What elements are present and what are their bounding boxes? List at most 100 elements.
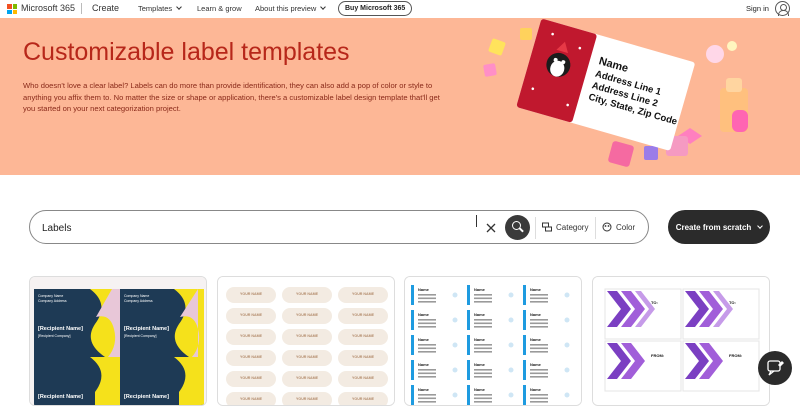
template-card-3[interactable]: Name Name Name Name Name Name Name Name Name Name… <box>404 276 582 406</box>
strip-label-name: Name <box>474 337 486 342</box>
strip-address-line <box>474 344 492 346</box>
strip-address-line <box>530 347 548 350</box>
nav-templates-label: Templates <box>138 4 173 13</box>
blue-strip <box>467 385 470 405</box>
strip-address-line <box>418 301 436 303</box>
strip-dot <box>508 342 514 348</box>
nav-templates[interactable]: Templates <box>138 4 183 13</box>
text-caret <box>476 215 477 227</box>
strip-address-line <box>530 351 548 353</box>
oval-label-name: YOUR NAME <box>296 313 319 317</box>
strip-label-name: Name <box>474 362 486 367</box>
oval-label-name: YOUR NAME <box>296 397 319 401</box>
search-bar: Category Color <box>29 210 649 244</box>
strip-address-line <box>474 301 492 303</box>
create-from-scratch-button[interactable]: Create from scratch <box>668 210 770 244</box>
strip-address-line <box>530 294 548 296</box>
brand-name[interactable]: Microsoft 365 <box>21 3 75 13</box>
blue-strip <box>523 310 526 330</box>
strip-address-line <box>530 397 548 400</box>
svg-text:[Recipient Name]: [Recipient Name] <box>38 394 83 400</box>
strip-address-line <box>530 297 548 300</box>
svg-text:Company Address: Company Address <box>124 299 153 303</box>
nav-learn-grow[interactable]: Learn & grow <box>197 4 242 13</box>
strip-address-line <box>530 301 548 303</box>
template-card-4[interactable]: TO: TO: FROM: FROM: <box>592 276 770 406</box>
user-avatar-icon[interactable] <box>775 1 790 16</box>
oval-label-name: YOUR NAME <box>352 397 375 401</box>
svg-text:[Recipient Company]: [Recipient Company] <box>124 334 157 338</box>
blue-strip <box>467 285 470 305</box>
microsoft-logo-icon[interactable] <box>7 4 17 14</box>
strip-address-line <box>474 369 492 371</box>
blue-strip <box>467 360 470 380</box>
search-input[interactable] <box>42 219 472 237</box>
strip-address-line <box>418 372 436 375</box>
sign-in-link[interactable]: Sign in <box>746 4 769 13</box>
strip-label-name: Name <box>418 287 430 292</box>
strip-address-line <box>530 394 548 396</box>
chevron-down-icon <box>320 4 327 10</box>
hero-banner: Customizable label templates Who doesn't… <box>0 18 800 175</box>
strip-address-line <box>418 347 436 350</box>
strip-address-line <box>418 394 436 396</box>
buy-microsoft-365-button[interactable]: Buy Microsoft 365 <box>338 1 413 16</box>
category-filter-button[interactable]: Category <box>542 222 588 232</box>
oval-label-name: YOUR NAME <box>296 355 319 359</box>
template-thumbnail: Company Name Company Address Company Nam… <box>30 277 206 405</box>
svg-text:Company Name: Company Name <box>124 294 149 298</box>
strip-label-name: Name <box>474 312 486 317</box>
strip-dot <box>452 292 458 298</box>
color-filter-button[interactable]: Color <box>602 222 635 232</box>
oval-label-name: YOUR NAME <box>352 355 375 359</box>
strip-address-line <box>418 401 436 403</box>
strip-address-line <box>474 372 492 375</box>
template-thumbnail: TO: TO: FROM: FROM: <box>593 277 769 405</box>
oval-label-name: YOUR NAME <box>240 376 263 380</box>
filter-divider <box>535 217 536 239</box>
strip-dot <box>452 342 458 348</box>
category-label: Category <box>556 222 589 232</box>
nav-learn-label: Learn & grow <box>197 4 242 13</box>
strip-address-line <box>418 369 436 371</box>
blue-strip <box>411 335 414 355</box>
oval-label-name: YOUR NAME <box>352 376 375 380</box>
strip-dot <box>508 392 514 398</box>
template-card-1[interactable]: Company Name Company Address Company Nam… <box>29 276 207 406</box>
strip-address-line <box>474 394 492 396</box>
strip-address-line <box>418 344 436 346</box>
strip-address-line <box>418 351 436 353</box>
nav-about-preview[interactable]: About this preview <box>255 4 327 13</box>
category-icon <box>542 222 552 232</box>
strip-label-name: Name <box>530 387 542 392</box>
blue-strip <box>411 385 414 405</box>
strip-label-name: Name <box>530 362 542 367</box>
strip-address-line <box>474 297 492 300</box>
strip-address-line <box>418 297 436 300</box>
strip-dot <box>508 292 514 298</box>
search-button[interactable] <box>505 215 530 240</box>
blue-strip <box>411 285 414 305</box>
strip-address-line <box>530 372 548 375</box>
strip-address-line <box>474 322 492 325</box>
oval-label-name: YOUR NAME <box>240 397 263 401</box>
strip-address-line <box>474 319 492 321</box>
strip-dot <box>452 317 458 323</box>
strip-address-line <box>418 294 436 296</box>
oval-label-name: YOUR NAME <box>240 313 263 317</box>
blue-strip <box>411 360 414 380</box>
strip-address-line <box>530 401 548 403</box>
create-link[interactable]: Create <box>92 3 119 13</box>
template-card-2[interactable]: YOUR NAME YOUR NAME YOUR NAME YOUR NAME YOUR… <box>217 276 395 406</box>
blue-strip <box>467 335 470 355</box>
strip-address-line <box>474 294 492 296</box>
strip-label-name: Name <box>530 287 542 292</box>
strip-address-line <box>530 322 548 325</box>
oval-label-name: YOUR NAME <box>352 292 375 296</box>
feedback-chat-button[interactable] <box>758 351 792 385</box>
strip-label-name: Name <box>418 337 430 342</box>
svg-text:FROM:: FROM: <box>651 353 664 358</box>
oval-label-name: YOUR NAME <box>296 376 319 380</box>
header-divider <box>81 3 82 14</box>
close-icon[interactable] <box>485 222 497 234</box>
